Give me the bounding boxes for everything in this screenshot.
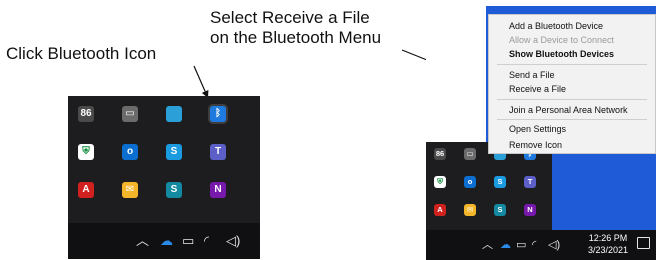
- chevron-up-icon[interactable]: ︿: [136, 233, 149, 249]
- menu-item-add-device[interactable]: Add a Bluetooth Device: [509, 20, 603, 32]
- tray-overflow-panel-small: 86▭ᛒ⛨oSTA✉SN: [426, 142, 552, 234]
- shield-icon[interactable]: ⛨: [78, 144, 94, 160]
- arrow-to-bluetooth-icon: [193, 65, 209, 99]
- app-icon-1[interactable]: 86: [78, 106, 94, 122]
- menu-separator: [497, 64, 647, 65]
- menu-item-open-settings[interactable]: Open Settings: [509, 123, 566, 135]
- skype-icon[interactable]: S: [166, 144, 182, 160]
- mail-icon[interactable]: ✉: [122, 182, 138, 198]
- acrobat-icon[interactable]: A: [434, 204, 446, 216]
- instruction-select-receive: Select Receive a File on the Bluetooth M…: [210, 8, 381, 48]
- outlook-icon[interactable]: o: [464, 176, 476, 188]
- teams-icon[interactable]: T: [524, 176, 536, 188]
- instruction-click-bluetooth: Click Bluetooth Icon: [6, 44, 157, 63]
- outlook-icon[interactable]: o: [122, 144, 138, 160]
- wifi-icon[interactable]: ◜: [532, 237, 536, 253]
- chevron-up-icon[interactable]: ︿: [482, 237, 493, 253]
- bluetooth-icon[interactable]: ᛒ: [210, 106, 226, 122]
- tray-overflow-panel: 86 ▭ ᛒ ⛨ o S T A ✉ S N ︿ ☁ ▭ ◜ ◁): [68, 96, 260, 259]
- menu-item-show-devices[interactable]: Show Bluetooth Devices: [509, 48, 614, 60]
- menu-item-remove-icon[interactable]: Remove Icon: [509, 139, 562, 151]
- battery-icon[interactable]: ▭: [516, 237, 526, 253]
- mail-icon[interactable]: ✉: [464, 204, 476, 216]
- monitor-icon[interactable]: ▭: [464, 148, 476, 160]
- volume-icon[interactable]: ◁): [548, 237, 560, 253]
- acrobat-icon[interactable]: A: [78, 182, 94, 198]
- volume-icon[interactable]: ◁): [226, 233, 240, 249]
- sway-icon[interactable]: S: [494, 204, 506, 216]
- sway-icon[interactable]: S: [166, 182, 182, 198]
- instruction-line-1: Select Receive a File: [210, 8, 370, 27]
- menu-item-send-file[interactable]: Send a File: [509, 69, 555, 81]
- menu-item-join-pan[interactable]: Join a Personal Area Network: [509, 104, 628, 116]
- shield-icon[interactable]: ⛨: [434, 176, 446, 188]
- taskbar-clock[interactable]: 12:26 PM 3/23/2021: [588, 232, 628, 256]
- monitor-icon[interactable]: ▭: [122, 106, 138, 122]
- desktop-partial-label: Bl: [455, 93, 464, 103]
- teams-icon[interactable]: T: [210, 144, 226, 160]
- menu-item-allow-connect: Allow a Device to Connect: [509, 35, 615, 45]
- menu-separator: [497, 119, 647, 120]
- onedrive-icon[interactable]: ☁: [500, 237, 511, 253]
- display-settings-icon[interactable]: [166, 106, 182, 122]
- wifi-icon[interactable]: ◜: [204, 233, 209, 249]
- skype-icon[interactable]: S: [494, 176, 506, 188]
- taskbar-right: ︿ ☁ ▭ ◜ ◁) 12:26 PM 3/23/2021: [426, 230, 656, 260]
- notification-center-icon[interactable]: [637, 237, 650, 249]
- clock-date: 3/23/2021: [587, 245, 628, 255]
- app-icon-1[interactable]: 86: [434, 148, 446, 160]
- onenote-icon[interactable]: N: [210, 182, 226, 198]
- taskbar: ︿ ☁ ▭ ◜ ◁): [68, 223, 260, 259]
- onedrive-icon[interactable]: ☁: [160, 233, 173, 249]
- battery-icon[interactable]: ▭: [182, 233, 194, 249]
- menu-item-receive-file[interactable]: Receive a File: [509, 83, 566, 95]
- clock-time: 12:26 PM: [588, 233, 628, 243]
- onenote-icon[interactable]: N: [524, 204, 536, 216]
- menu-separator: [497, 99, 647, 100]
- bluetooth-context-menu: Add a Bluetooth Device Allow a Device to…: [488, 14, 656, 154]
- instruction-line-2: on the Bluetooth Menu: [210, 28, 382, 47]
